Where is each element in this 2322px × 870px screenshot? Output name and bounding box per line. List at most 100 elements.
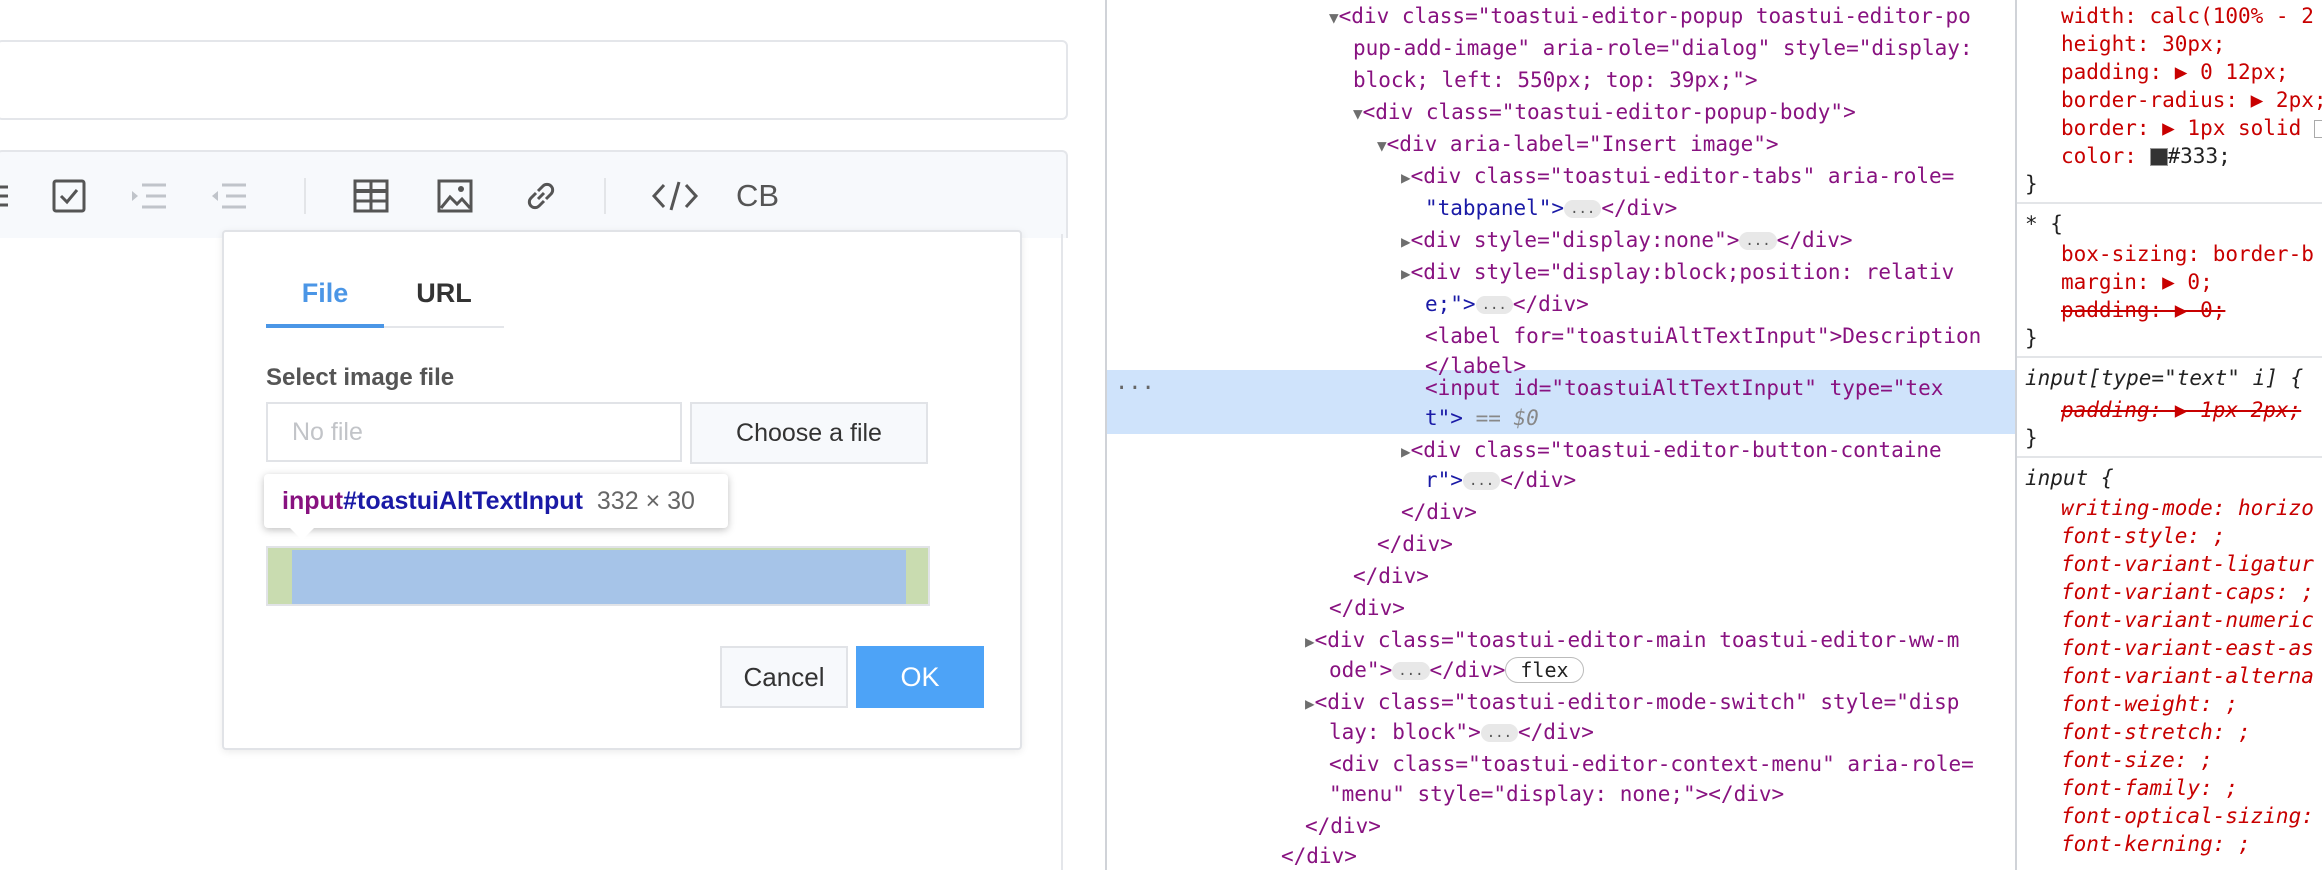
codeblock-icon[interactable]: CB xyxy=(736,175,796,217)
dom-text: pup-add-image" aria-role="dialog" style=… xyxy=(1353,32,1973,64)
alt-text-input-highlight xyxy=(292,550,906,604)
style-declaration[interactable]: font-style: ; xyxy=(2061,522,2225,550)
indent-icon[interactable] xyxy=(128,175,170,217)
style-text: font-optical-sizing: xyxy=(2061,804,2314,828)
style-text: border-radius: ▶ 2px; xyxy=(2061,88,2322,112)
style-declaration[interactable]: font-size: ; xyxy=(2061,746,2213,774)
ellipsis-pill[interactable]: ... xyxy=(1475,296,1513,314)
task-list-icon[interactable] xyxy=(48,175,90,217)
dom-node[interactable]: ▶<div style="display:none">... </div> xyxy=(1401,224,1853,256)
link-icon[interactable] xyxy=(520,175,562,217)
ok-button[interactable]: OK xyxy=(856,646,984,708)
style-rule-divider xyxy=(2017,356,2322,358)
style-text: font-size: ; xyxy=(2061,748,2213,772)
style-brace: } xyxy=(2025,170,2038,198)
style-text: } xyxy=(2025,172,2038,196)
style-declaration[interactable]: font-weight: ; xyxy=(2061,690,2238,718)
styles-pane: width: calc(100% - 2 height: 30px; paddi… xyxy=(2015,0,2322,870)
table-icon[interactable] xyxy=(350,175,392,217)
style-declaration[interactable]: font-variant-ligatur xyxy=(2061,550,2314,578)
editor-border xyxy=(1061,234,1063,870)
style-declaration[interactable]: font-variant-east-as xyxy=(2061,634,2314,662)
dom-text: </div> xyxy=(1353,564,1429,588)
ellipsis-pill[interactable]: ... xyxy=(1462,472,1501,490)
style-selector[interactable]: * { xyxy=(2025,210,2063,238)
dom-node[interactable]: ▼<div class="toastui-editor-popup toastu… xyxy=(1329,0,1971,32)
ellipsis-pill[interactable]: ... xyxy=(1564,200,1602,218)
image-icon[interactable] xyxy=(434,175,476,217)
dom-text: <div class="toastui-editor-tabs" aria-ro… xyxy=(1410,164,1955,188)
flex-badge[interactable]: flex xyxy=(1505,657,1584,683)
dom-node[interactable]: <div class="toastui-editor-context-menu"… xyxy=(1329,748,1974,780)
dom-node[interactable]: ▶<div class="toastui-editor-tabs" aria-r… xyxy=(1401,160,1954,192)
inspect-tooltip: input#toastuiAltTextInput 332 × 30 xyxy=(264,474,728,528)
dom-text: <div class="toastui-editor-popup-body"> xyxy=(1362,100,1856,124)
dom-text: <input id="toastuiAltTextInput" type="te… xyxy=(1425,376,1944,400)
tab-url[interactable]: URL xyxy=(384,262,504,328)
dom-node[interactable]: ▶<div class="toastui-editor-button-conta… xyxy=(1401,434,1942,466)
style-declaration[interactable]: color: #333; xyxy=(2061,142,2231,170)
style-text: padding: ▶ 0 12px; xyxy=(2061,60,2289,84)
ellipsis-pill[interactable]: ... xyxy=(1739,232,1777,250)
tab-file[interactable]: File xyxy=(266,262,384,328)
style-selector[interactable]: input[type="text" i] { xyxy=(2025,364,2303,392)
style-text: font-variant-numeric xyxy=(2061,608,2314,632)
style-declaration[interactable]: border-radius: ▶ 2px; xyxy=(2061,86,2322,114)
dom-text: t"> xyxy=(1425,406,1463,430)
color-swatch[interactable] xyxy=(2313,120,2322,138)
style-declaration[interactable]: height: 30px; xyxy=(2061,30,2225,58)
editor-title-area[interactable] xyxy=(0,40,1068,120)
style-selector[interactable]: input { xyxy=(2025,464,2114,492)
node-more-icon[interactable]: ... xyxy=(1115,370,1155,395)
outdent-icon[interactable] xyxy=(208,175,250,217)
style-declaration-overridden[interactable]: padding: ▶ 1px 2px; xyxy=(2061,396,2301,424)
style-declaration-overridden[interactable]: padding: ▶ 0; xyxy=(2061,296,2225,324)
dom-node[interactable]: <label for="toastuiAltTextInput">Descrip… xyxy=(1425,320,1981,352)
style-declaration[interactable]: font-stretch: ; xyxy=(2061,718,2251,746)
dom-node[interactable]: ▶<div style="display:block;position: rel… xyxy=(1401,256,1954,288)
style-text: font-style: ; xyxy=(2061,524,2226,548)
color-swatch[interactable] xyxy=(2149,148,2168,166)
choose-file-button[interactable]: Choose a file xyxy=(690,402,928,464)
tooltip-id: #toastuiAltTextInput xyxy=(343,487,583,515)
style-declaration[interactable]: writing-mode: horizo xyxy=(2061,494,2314,522)
style-text: } xyxy=(2025,326,2038,350)
dom-node[interactable]: ▼<div class="toastui-editor-popup-body"> xyxy=(1353,96,1856,128)
dom-node[interactable]: ▶<div class="toastui-editor-mode-switch"… xyxy=(1305,686,1959,718)
style-declaration[interactable]: font-optical-sizing: xyxy=(2061,802,2314,830)
dom-text: e;">... </div> xyxy=(1425,288,1589,320)
style-text: color: xyxy=(2061,144,2150,168)
dom-node-selected[interactable]: <input id="toastuiAltTextInput" type="te… xyxy=(1425,372,1943,404)
alt-text-input[interactable] xyxy=(266,546,930,606)
style-declaration[interactable]: font-variant-alterna xyxy=(2061,662,2314,690)
dom-text: </div> xyxy=(1305,814,1381,838)
dom-node[interactable]: ▼<div aria-label="Insert image"> xyxy=(1377,128,1779,160)
dom-node[interactable]: ▶<div class="toastui-editor-main toastui… xyxy=(1305,624,1959,656)
style-declaration[interactable]: width: calc(100% - 2 xyxy=(2061,2,2314,30)
editor-pane: CB File URL Select image file No file Ch… xyxy=(0,0,1105,870)
bullet-list-icon[interactable] xyxy=(0,175,16,217)
style-declaration[interactable]: font-variant-caps: ; xyxy=(2061,578,2314,606)
style-text: #333; xyxy=(2167,144,2231,168)
style-text: border: ▶ 1px solid xyxy=(2061,116,2314,140)
style-declaration[interactable]: box-sizing: border-b xyxy=(2061,240,2314,268)
dom-text: </div> xyxy=(1601,196,1678,220)
code-icon[interactable] xyxy=(650,175,700,217)
style-declaration[interactable]: font-variant-numeric xyxy=(2061,606,2314,634)
style-declaration[interactable]: margin: ▶ 0; xyxy=(2061,268,2213,296)
style-declaration[interactable]: font-family: ; xyxy=(2061,774,2238,802)
style-text: font-weight: ; xyxy=(2061,692,2239,716)
dom-text: block; left: 550px; top: 39px;"> xyxy=(1353,64,1758,96)
dom-text: lay: block"> xyxy=(1329,720,1481,744)
dom-text: <div style="display:none"> xyxy=(1410,228,1740,252)
style-declaration[interactable]: padding: ▶ 0 12px; xyxy=(2061,58,2289,86)
dom-text: t"> == $0 xyxy=(1425,402,1539,434)
ellipsis-pill[interactable]: ... xyxy=(1392,662,1430,680)
cancel-button[interactable]: Cancel xyxy=(720,646,848,708)
file-name-input[interactable]: No file xyxy=(266,402,682,462)
dom-text: r"> xyxy=(1425,468,1463,492)
style-declaration[interactable]: font-kerning: ; xyxy=(2061,830,2251,858)
tooltip-size: 332 × 30 xyxy=(596,487,695,515)
ellipsis-pill[interactable]: ... xyxy=(1480,724,1519,742)
style-declaration[interactable]: border: ▶ 1px solid xyxy=(2061,114,2322,142)
